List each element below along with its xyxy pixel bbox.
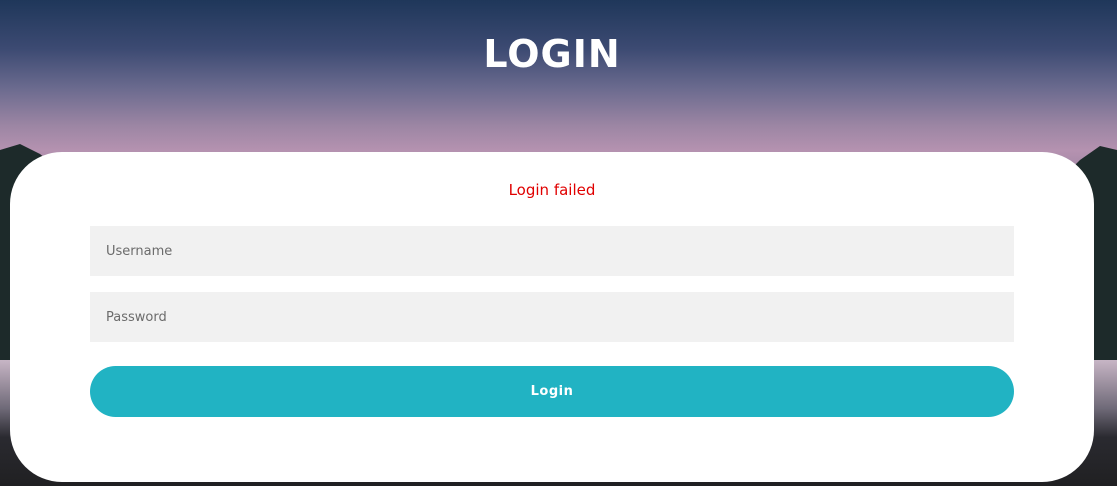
page-title: LOGIN [483, 32, 621, 77]
login-card: Login failed Login [10, 152, 1094, 482]
login-button[interactable]: Login [90, 366, 1014, 417]
password-input[interactable] [90, 292, 1014, 342]
error-message: Login failed [508, 181, 596, 199]
username-input[interactable] [90, 226, 1014, 276]
